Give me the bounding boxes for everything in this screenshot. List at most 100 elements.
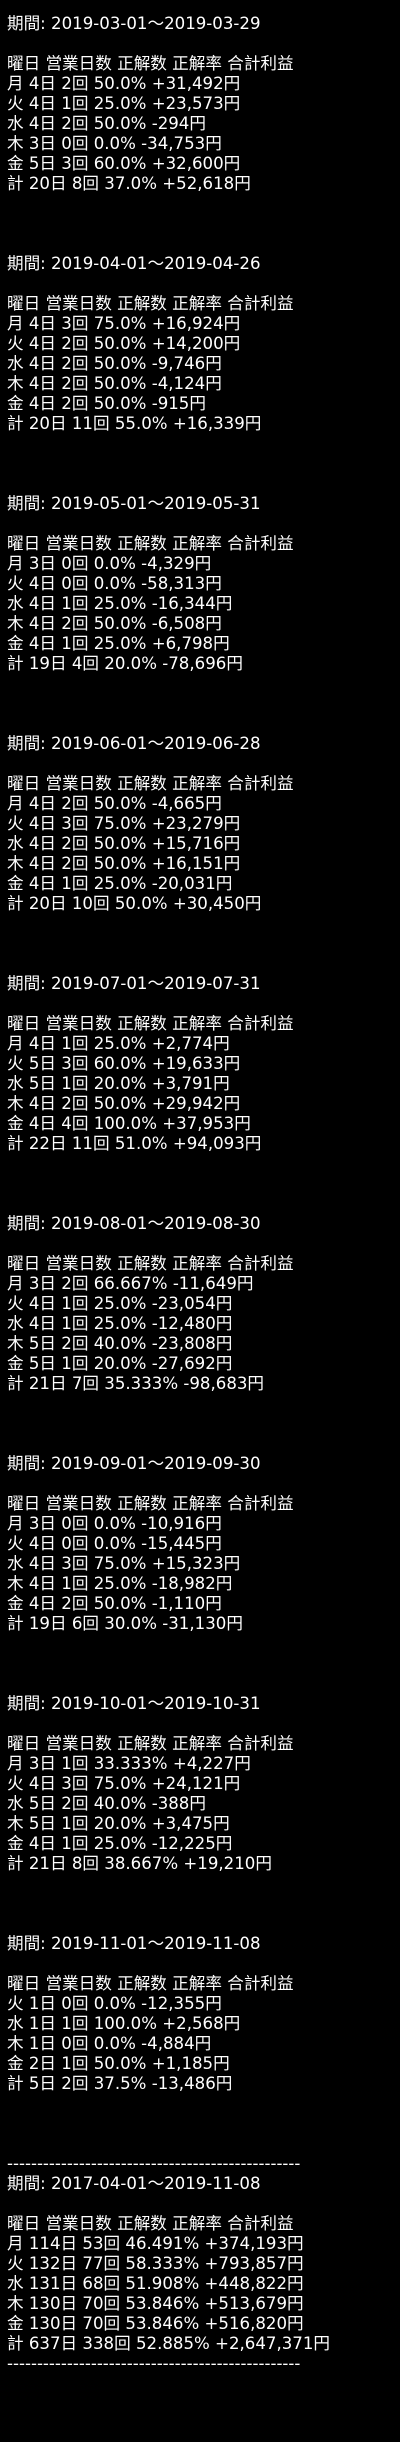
table-row: 金 4日 1回 25.0% +6,798円 [7, 634, 230, 653]
table-row: 火 4日 0回 0.0% -15,445円 [7, 1534, 222, 1553]
table-header: 曜日 営業日数 正解数 正解率 合計利益 [7, 1014, 294, 1033]
table-row: 金 5日 3回 60.0% +32,600円 [7, 154, 241, 173]
table-row: 金 130日 70回 53.846% +516,820円 [7, 2314, 304, 2333]
period-block: 期間: 2019-05-01～2019-05-31 曜日 営業日数 正解数 正解… [7, 494, 400, 734]
period-block: 期間: 2019-07-01～2019-07-31 曜日 営業日数 正解数 正解… [7, 974, 400, 1214]
table-row: 木 4日 1回 25.0% -18,982円 [7, 1574, 233, 1593]
table-row: 月 114日 53回 46.491% +374,193円 [7, 2234, 304, 2253]
period-range: 期間: 2017-04-01～2019-11-08 [7, 2174, 261, 2193]
table-header: 曜日 営業日数 正解数 正解率 合計利益 [7, 1254, 294, 1273]
table-row: 火 1日 0回 0.0% -12,355円 [7, 1994, 222, 2013]
period-range: 期間: 2019-05-01～2019-05-31 [7, 494, 261, 513]
table-row: 水 5日 1回 20.0% +3,791円 [7, 1074, 230, 1093]
table-row: 金 4日 2回 50.0% -915円 [7, 394, 206, 413]
table-row: 火 4日 3回 75.0% +23,279円 [7, 814, 241, 833]
table-row: 月 3日 1回 33.333% +4,227円 [7, 1754, 251, 1773]
total-row: 計 20日 8回 37.0% +52,618円 [7, 174, 251, 193]
period-range: 期間: 2019-04-01～2019-04-26 [7, 254, 261, 273]
table-row: 水 1日 1回 100.0% +2,568円 [7, 2014, 241, 2033]
period-range: 期間: 2019-08-01～2019-08-30 [7, 1214, 261, 1233]
table-row: 木 4日 2回 50.0% +29,942円 [7, 1094, 241, 1113]
table-row: 木 4日 2回 50.0% +16,151円 [7, 854, 241, 873]
separator-line: ----------------------------------------… [7, 2354, 301, 2373]
total-row: 計 19日 6回 30.0% -31,130円 [7, 1614, 243, 1633]
table-row: 火 4日 3回 75.0% +24,121円 [7, 1774, 241, 1793]
table-row: 金 2日 1回 50.0% +1,185円 [7, 2054, 230, 2073]
table-row: 火 5日 3回 60.0% +19,633円 [7, 1054, 241, 1073]
report-document: 期間: 2019-03-01～2019-03-29 曜日 営業日数 正解数 正解… [7, 14, 400, 2374]
period-block: 期間: 2019-09-01～2019-09-30 曜日 営業日数 正解数 正解… [7, 1454, 400, 1694]
table-row: 木 130日 70回 53.846% +513,679円 [7, 2294, 304, 2313]
table-header: 曜日 営業日数 正解数 正解率 合計利益 [7, 774, 294, 793]
period-block: 期間: 2019-11-01～2019-11-08 曜日 営業日数 正解数 正解… [7, 1934, 400, 2154]
total-row: 計 19日 4回 20.0% -78,696円 [7, 654, 243, 673]
table-row: 金 4日 1回 25.0% -12,225円 [7, 1834, 233, 1853]
table-header: 曜日 営業日数 正解数 正解率 合計利益 [7, 1974, 294, 1993]
table-header: 曜日 営業日数 正解数 正解率 合計利益 [7, 1734, 294, 1753]
table-row: 木 1日 0回 0.0% -4,884円 [7, 2034, 212, 2053]
period-block: 期間: 2019-04-01～2019-04-26 曜日 営業日数 正解数 正解… [7, 254, 400, 494]
total-row: 計 5日 2回 37.5% -13,486円 [7, 2074, 233, 2093]
period-range: 期間: 2019-09-01～2019-09-30 [7, 1454, 261, 1473]
period-block: 期間: 2019-08-01～2019-08-30 曜日 営業日数 正解数 正解… [7, 1214, 400, 1454]
table-row: 月 4日 3回 75.0% +16,924円 [7, 314, 241, 333]
period-range: 期間: 2019-06-01～2019-06-28 [7, 734, 261, 753]
table-row: 木 4日 2回 50.0% -6,508円 [7, 614, 222, 633]
table-row: 金 4日 4回 100.0% +37,953円 [7, 1114, 251, 1133]
table-row: 水 4日 1回 25.0% -16,344円 [7, 594, 233, 613]
table-header: 曜日 営業日数 正解数 正解率 合計利益 [7, 1494, 294, 1513]
table-row: 木 5日 1回 20.0% +3,475円 [7, 1814, 230, 1833]
period-block: 期間: 2019-06-01～2019-06-28 曜日 営業日数 正解数 正解… [7, 734, 400, 974]
table-row: 水 4日 3回 75.0% +15,323円 [7, 1554, 241, 1573]
period-block: 期間: 2019-03-01～2019-03-29 曜日 営業日数 正解数 正解… [7, 14, 400, 254]
table-header: 曜日 営業日数 正解数 正解率 合計利益 [7, 54, 294, 73]
table-row: 火 4日 0回 0.0% -58,313円 [7, 574, 222, 593]
period-range: 期間: 2019-07-01～2019-07-31 [7, 974, 261, 993]
table-row: 木 5日 2回 40.0% -23,808円 [7, 1334, 233, 1353]
table-row: 水 4日 2回 50.0% +15,716円 [7, 834, 241, 853]
total-row: 計 21日 8回 38.667% +19,210円 [7, 1854, 272, 1873]
table-row: 月 3日 0回 0.0% -4,329円 [7, 554, 212, 573]
table-row: 水 5日 2回 40.0% -388円 [7, 1794, 206, 1813]
period-block: 期間: 2019-10-01～2019-10-31 曜日 営業日数 正解数 正解… [7, 1694, 400, 1934]
table-row: 火 4日 1回 25.0% -23,054円 [7, 1294, 233, 1313]
table-row: 金 5日 1回 20.0% -27,692円 [7, 1354, 233, 1373]
table-row: 木 3日 0回 0.0% -34,753円 [7, 134, 222, 153]
table-row: 月 3日 2回 66.667% -11,649円 [7, 1274, 254, 1293]
period-range: 期間: 2019-11-01～2019-11-08 [7, 1934, 261, 1953]
separator-line: ----------------------------------------… [7, 2154, 301, 2173]
table-row: 月 4日 2回 50.0% +31,492円 [7, 74, 241, 93]
summary-block: 期間: 2017-04-01～2019-11-08 曜日 営業日数 正解数 正解… [7, 2174, 400, 2354]
table-row: 水 4日 2回 50.0% -294円 [7, 114, 206, 133]
